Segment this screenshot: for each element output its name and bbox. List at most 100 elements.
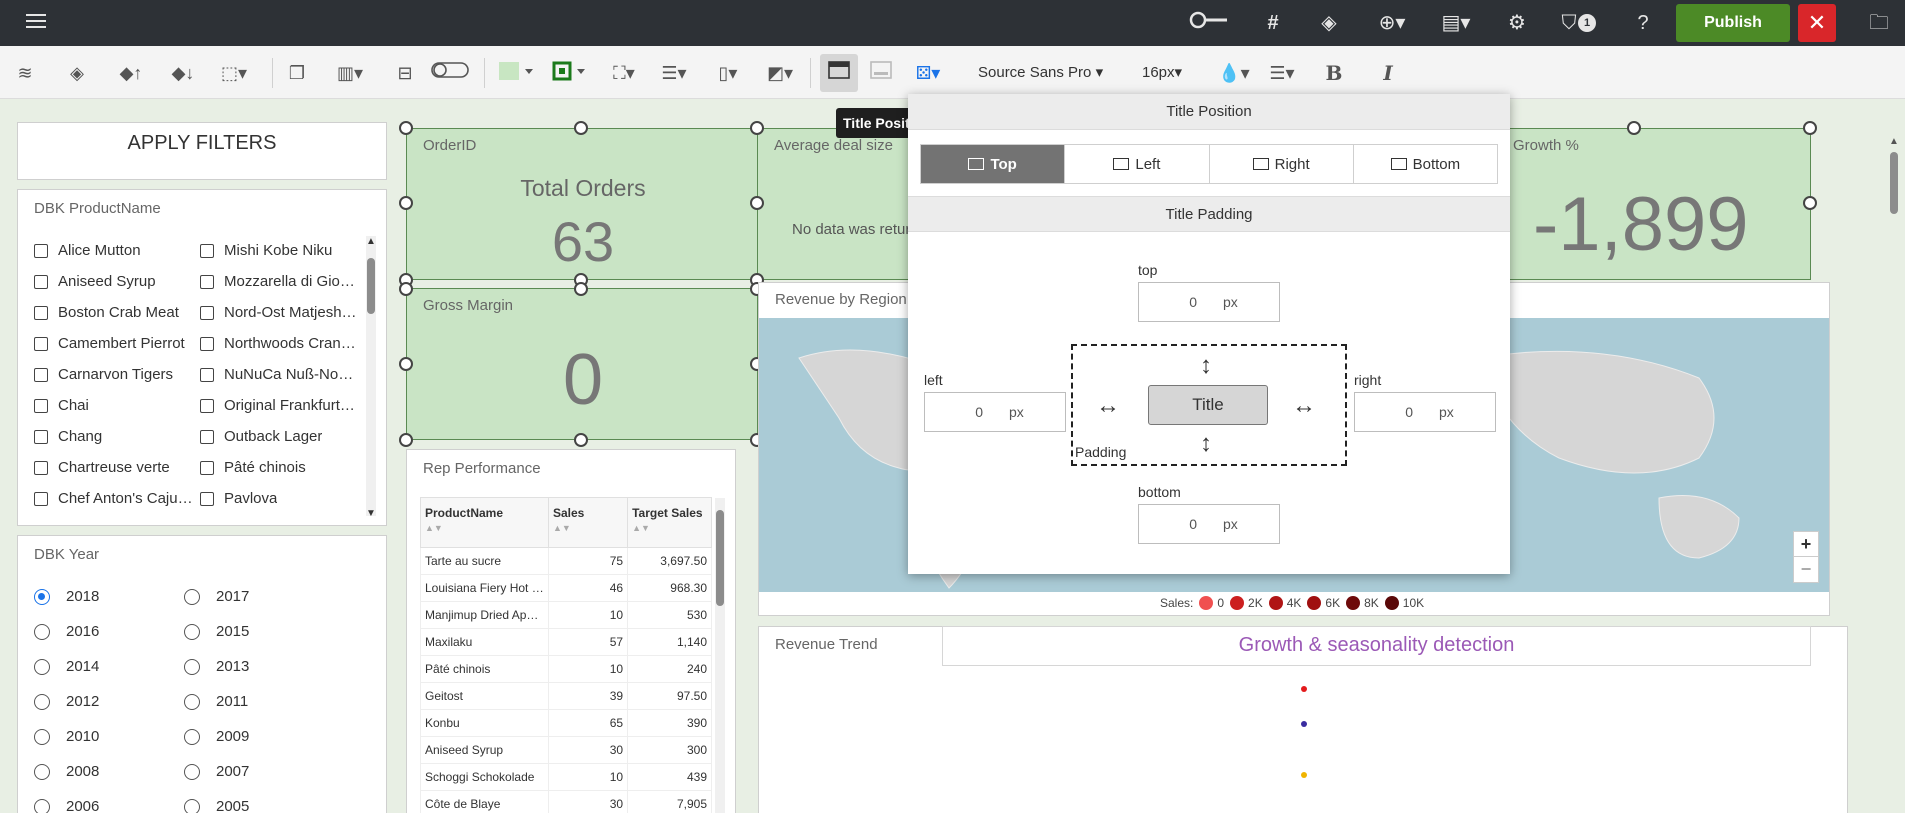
year-radio[interactable]: 2005 bbox=[184, 798, 249, 813]
copy-icon[interactable]: ❐ bbox=[284, 60, 310, 86]
resize-handle[interactable] bbox=[750, 196, 764, 210]
close-button[interactable]: ✕ bbox=[1798, 4, 1836, 42]
table-row[interactable]: Côte de Blaye 30 7,905 bbox=[420, 790, 712, 813]
font-size-select[interactable]: 16px▾ bbox=[1142, 60, 1182, 86]
shadow-icon[interactable]: ◩▾ bbox=[762, 60, 798, 86]
year-radio[interactable]: 2010 bbox=[34, 728, 99, 745]
checkbox-box[interactable] bbox=[200, 460, 214, 475]
column-header[interactable]: ProductName ▲▼ bbox=[420, 497, 549, 548]
grid-select-icon[interactable]: ⬚▾ bbox=[218, 60, 250, 86]
zoom-in-button[interactable]: + bbox=[1794, 532, 1818, 557]
data-point[interactable] bbox=[1301, 772, 1307, 778]
year-radio[interactable]: 2018 bbox=[34, 588, 99, 605]
product-checkbox[interactable]: Pavlova bbox=[200, 490, 360, 507]
year-radio[interactable]: 2008 bbox=[34, 763, 99, 780]
toggle-slider-icon[interactable] bbox=[1188, 10, 1230, 36]
scroll-up-icon[interactable]: ▲ bbox=[1889, 130, 1899, 154]
radio-dot[interactable] bbox=[34, 798, 50, 813]
checkbox-box[interactable] bbox=[34, 336, 48, 351]
border-color-icon[interactable] bbox=[550, 60, 592, 86]
line-weight-icon[interactable]: ☰▾ bbox=[656, 60, 692, 86]
product-checkbox[interactable]: Chartreuse verte bbox=[34, 459, 194, 476]
resize-handle[interactable] bbox=[399, 121, 413, 135]
column-header[interactable]: Sales ▲▼ bbox=[547, 497, 629, 548]
checkbox-box[interactable] bbox=[34, 491, 48, 506]
resize-handle[interactable] bbox=[1803, 196, 1817, 210]
table-row[interactable]: Geitost 39 97.50 bbox=[420, 682, 712, 710]
radio-dot[interactable] bbox=[184, 798, 200, 813]
year-radio[interactable]: 2006 bbox=[34, 798, 99, 813]
checkbox-box[interactable] bbox=[34, 305, 48, 320]
product-checkbox[interactable]: Mishi Kobe Niku bbox=[200, 242, 360, 259]
checkbox-box[interactable] bbox=[200, 367, 214, 382]
bar-chart-icon[interactable]: ▥▾ bbox=[332, 60, 368, 86]
title-off-icon[interactable] bbox=[868, 60, 894, 86]
checkbox-box[interactable] bbox=[200, 274, 214, 289]
columns-icon[interactable]: ▯▾ bbox=[710, 60, 746, 86]
scroll-thumb[interactable] bbox=[367, 258, 375, 314]
radio-dot[interactable] bbox=[184, 728, 200, 745]
resize-handle[interactable] bbox=[750, 121, 764, 135]
table-row[interactable]: Pâté chinois 10 240 bbox=[420, 655, 712, 683]
bring-forward-icon[interactable]: ◆↑ bbox=[116, 60, 146, 86]
checkbox-box[interactable] bbox=[200, 305, 214, 320]
product-checkbox[interactable]: Camembert Pierrot bbox=[34, 335, 194, 352]
table-row[interactable]: Manjimup Dried Apples 10 530 bbox=[420, 601, 712, 629]
product-checkbox[interactable]: Aniseed Syrup bbox=[34, 273, 194, 290]
total-orders-tile[interactable]: OrderID Total Orders 63 bbox=[406, 128, 758, 280]
padding-bottom-input[interactable]: 0 px bbox=[1138, 504, 1280, 544]
column-header[interactable]: Target Sales ▲▼ bbox=[627, 497, 712, 548]
resize-handle[interactable] bbox=[574, 282, 588, 296]
radio-dot[interactable] bbox=[184, 588, 200, 605]
scroll-thumb[interactable] bbox=[716, 510, 724, 606]
settings-icon[interactable]: ⚙ bbox=[1504, 10, 1530, 36]
year-radio[interactable]: 2013 bbox=[184, 658, 249, 675]
data-point[interactable] bbox=[1301, 686, 1307, 692]
bold-button[interactable]: B bbox=[1322, 60, 1346, 86]
year-radio[interactable]: 2014 bbox=[34, 658, 99, 675]
padding-left-input[interactable]: 0 px bbox=[924, 392, 1066, 432]
position-option-bottom[interactable]: Bottom bbox=[1354, 145, 1497, 183]
checkbox-box[interactable] bbox=[200, 243, 214, 258]
sort-icon[interactable]: ▲▼ bbox=[632, 523, 650, 533]
apply-filters-button[interactable]: APPLY FILTERS bbox=[17, 122, 387, 180]
product-checkbox[interactable]: Mozzarella di Giovanni bbox=[200, 273, 360, 290]
product-scrollbar[interactable] bbox=[366, 236, 376, 516]
radio-dot[interactable] bbox=[34, 763, 50, 780]
product-checkbox[interactable]: Outback Lager bbox=[200, 428, 360, 445]
scroll-up-icon[interactable]: ▲ bbox=[366, 230, 376, 254]
resize-handle[interactable] bbox=[1803, 121, 1817, 135]
checkbox-box[interactable] bbox=[34, 243, 48, 258]
zoom-out-button[interactable]: − bbox=[1794, 557, 1818, 582]
checkbox-box[interactable] bbox=[34, 429, 48, 444]
product-checkbox[interactable]: Boston Crab Meat bbox=[34, 304, 194, 321]
publish-button[interactable]: Publish bbox=[1676, 4, 1790, 42]
send-backward-icon[interactable]: ◆↓ bbox=[168, 60, 198, 86]
diamond-icon[interactable]: ◈ bbox=[1316, 10, 1342, 36]
data-point[interactable] bbox=[1301, 721, 1307, 727]
help-icon[interactable]: ? bbox=[1630, 10, 1656, 36]
menu-icon[interactable] bbox=[22, 10, 50, 36]
year-radio[interactable]: 2015 bbox=[184, 623, 249, 640]
panel-icon[interactable]: ⊟ bbox=[392, 60, 418, 86]
padding-right-input[interactable]: 0 px bbox=[1354, 392, 1496, 432]
sort-icon[interactable]: ▲▼ bbox=[553, 523, 571, 533]
hash-icon[interactable]: # bbox=[1260, 10, 1286, 36]
layer-stack-icon[interactable]: ◈ bbox=[64, 60, 90, 86]
resize-handle[interactable] bbox=[574, 433, 588, 447]
table-row[interactable]: Schoggi Schokolade 10 439 bbox=[420, 763, 712, 791]
radio-dot[interactable] bbox=[184, 658, 200, 675]
radio-dot[interactable] bbox=[184, 693, 200, 710]
checkbox-box[interactable] bbox=[34, 398, 48, 413]
average-deal-tile[interactable]: Average deal size No data was returned bbox=[758, 128, 935, 280]
year-radio[interactable]: 2012 bbox=[34, 693, 99, 710]
radio-dot[interactable] bbox=[34, 623, 50, 640]
checkbox-box[interactable] bbox=[34, 274, 48, 289]
resize-handle[interactable] bbox=[399, 357, 413, 371]
product-checkbox[interactable]: Original Frankfurter grüne Soße bbox=[200, 397, 360, 414]
align-icon[interactable]: ☰▾ bbox=[1266, 60, 1298, 86]
resize-handle[interactable] bbox=[399, 282, 413, 296]
radio-dot[interactable] bbox=[34, 728, 50, 745]
year-radio[interactable]: 2016 bbox=[34, 623, 99, 640]
year-radio[interactable]: 2017 bbox=[184, 588, 249, 605]
